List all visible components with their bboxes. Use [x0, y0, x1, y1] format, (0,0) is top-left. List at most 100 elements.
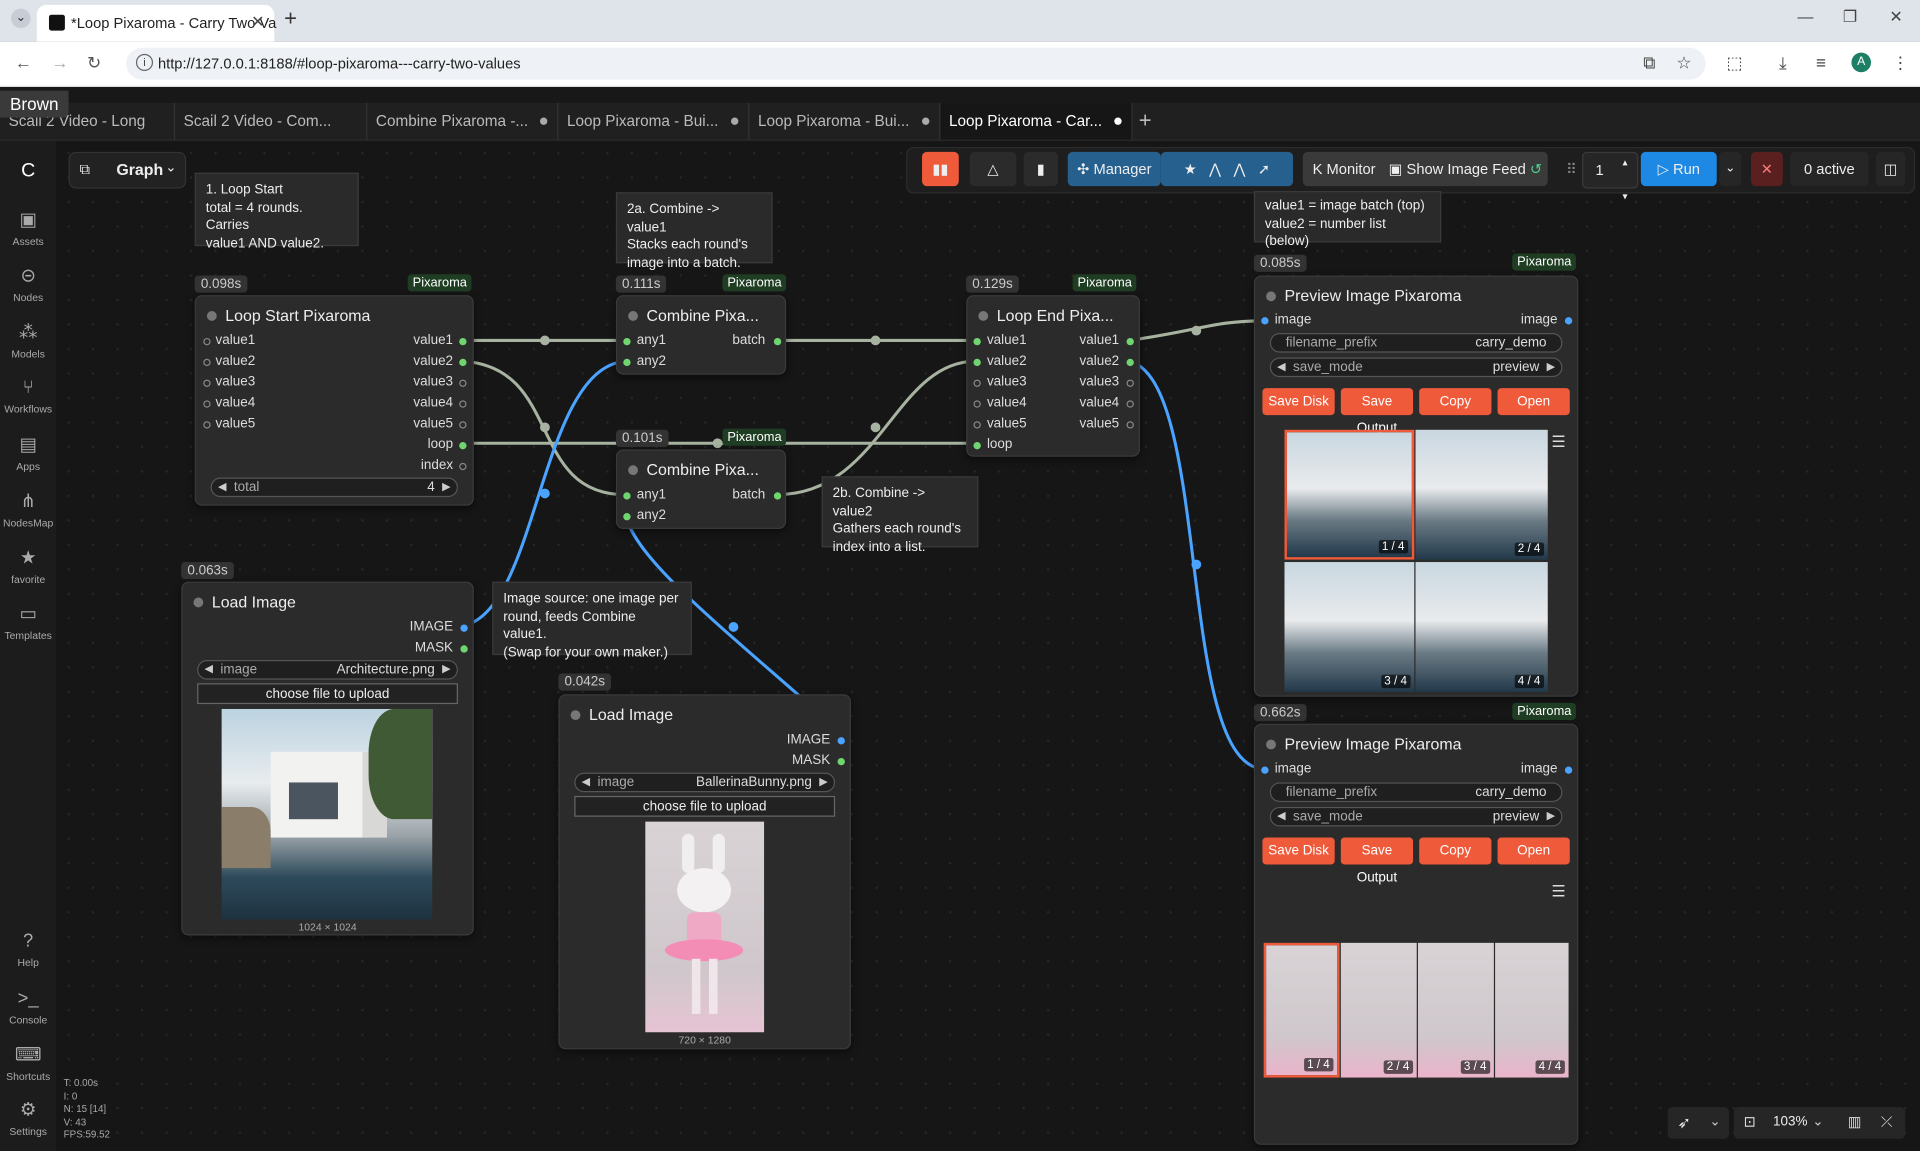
node-combine-2[interactable]: Combine Pixa... any1 any2 batch: [615, 449, 787, 529]
preview-thumb[interactable]: 2 / 4: [1415, 429, 1548, 560]
next-icon: ▶: [819, 775, 828, 788]
save-disk-button[interactable]: Save Disk: [1262, 837, 1335, 865]
output-slot-dot[interactable]: [459, 400, 467, 408]
node-combine-1[interactable]: Combine Pixa... any1 any2 batch: [615, 295, 787, 375]
input-slot-dot[interactable]: [973, 400, 981, 408]
save-mode-combo[interactable]: ◀ save_mode preview ▶: [1269, 357, 1563, 378]
open-button[interactable]: Open: [1497, 837, 1570, 865]
node-status-dot: [1266, 291, 1276, 302]
input-slot-dot[interactable]: [623, 492, 631, 500]
preview-thumb[interactable]: 4 / 4: [1415, 562, 1548, 692]
copy-button[interactable]: Copy: [1419, 837, 1492, 865]
output-slot-dot[interactable]: [1564, 317, 1573, 325]
pixaroma-badge: Pixaroma: [1072, 274, 1137, 292]
output-slot-dot[interactable]: [459, 379, 467, 387]
output-slot-dot[interactable]: [460, 645, 468, 653]
note-combine-b[interactable]: 2b. Combine -> value2 Gathers each round…: [821, 476, 979, 554]
open-button[interactable]: Open: [1497, 388, 1570, 416]
minimap-icon[interactable]: ▥: [1848, 1113, 1862, 1130]
link-midpoint-dot: [728, 622, 739, 632]
output-slot-dot[interactable]: [1126, 358, 1134, 367]
output-slot-dot[interactable]: [773, 337, 782, 346]
input-slot-dot[interactable]: [973, 358, 981, 367]
output-slot-dot[interactable]: [1126, 337, 1134, 346]
node-loop-start[interactable]: Loop Start Pixaroma value1 value2 value3…: [194, 295, 474, 506]
link-midpoint-dot: [540, 422, 550, 433]
input-slot-dot[interactable]: [1261, 766, 1269, 774]
preview-thumb[interactable]: 1 / 4: [1284, 429, 1415, 560]
note-combine-a[interactable]: 2a. Combine -> value1 Stacks each round'…: [615, 192, 773, 270]
pointer-icon[interactable]: ➶: [1678, 1113, 1691, 1133]
note-image-source[interactable]: Image source: one image per round, feeds…: [492, 581, 692, 659]
preview-thumb[interactable]: 4 / 4: [1495, 942, 1569, 1078]
link-midpoint-dot: [1191, 559, 1202, 570]
save-output-button[interactable]: Save Output: [1340, 837, 1414, 885]
preview-thumb[interactable]: 3 / 4: [1417, 942, 1494, 1078]
preview-thumb[interactable]: 3 / 4: [1284, 562, 1415, 692]
chevron-down-icon[interactable]: ⌄: [1812, 1113, 1823, 1129]
pixaroma-badge: Pixaroma: [722, 274, 787, 292]
save-disk-button[interactable]: Save Disk: [1262, 388, 1335, 416]
input-slot-dot[interactable]: [203, 358, 211, 367]
node-title: Loop Start Pixaroma: [225, 306, 371, 325]
output-slot-dot[interactable]: [459, 421, 467, 429]
menu-icon[interactable]: ☰: [1551, 432, 1565, 452]
save-mode-combo[interactable]: ◀ save_mode preview ▶: [1269, 806, 1563, 827]
node-preview-image-1[interactable]: Preview Image Pixaroma image image filen…: [1253, 275, 1579, 697]
input-slot-dot[interactable]: [203, 400, 211, 408]
input-slot-dot[interactable]: [623, 358, 631, 367]
output-slot-dot[interactable]: [1126, 379, 1134, 387]
zoom-level[interactable]: 103%: [1773, 1114, 1807, 1129]
output-slot-dot[interactable]: [459, 358, 467, 367]
node-load-image-1[interactable]: Load Image IMAGE MASK ◀ image Architecture…: [181, 581, 474, 936]
input-slot-dot[interactable]: [203, 379, 211, 387]
note-loop-start[interactable]: 1. Loop Start total = 4 rounds. Carries …: [194, 172, 359, 250]
node-preview-image-2[interactable]: Preview Image Pixaroma image image filen…: [1253, 723, 1579, 1145]
copy-button[interactable]: Copy: [1419, 388, 1492, 416]
input-slot-dot[interactable]: [623, 337, 631, 346]
next-icon: ▶: [1546, 809, 1556, 822]
filename-prefix-field[interactable]: filename_prefix carry_demo: [1269, 782, 1563, 803]
pixaroma-badge: Pixaroma: [407, 274, 472, 292]
hide-links-icon[interactable]: ⤫: [1881, 1113, 1893, 1131]
node-loop-end[interactable]: Loop End Pixa... value1 value2 value3 va…: [966, 295, 1141, 457]
menu-icon[interactable]: ☰: [1551, 882, 1565, 902]
input-slot-dot[interactable]: [973, 442, 981, 450]
fit-view-icon[interactable]: ⊡: [1744, 1113, 1756, 1130]
output-slot-dot[interactable]: [837, 737, 845, 745]
note-values-info[interactable]: value1 = image batch (top) value2 = numb…: [1253, 191, 1442, 249]
input-slot-dot[interactable]: [973, 379, 981, 387]
total-stepper[interactable]: ◀ total 4 ▶: [210, 477, 458, 498]
chevron-down-icon[interactable]: ⌄: [1709, 1113, 1720, 1129]
upload-button[interactable]: choose file to upload: [197, 683, 458, 705]
exec-time-badge: 0.098s: [194, 275, 248, 293]
output-slot-dot[interactable]: [459, 337, 467, 346]
preview-thumb[interactable]: 2 / 4: [1340, 942, 1417, 1078]
image-combo[interactable]: ◀ image BallerinaBunny.png ▶: [574, 772, 836, 793]
input-slot-dot[interactable]: [203, 337, 211, 346]
input-slot-dot[interactable]: [623, 513, 631, 521]
output-slot-dot[interactable]: [773, 492, 782, 500]
output-slot-dot[interactable]: [1126, 400, 1134, 408]
input-slot-dot[interactable]: [973, 337, 981, 346]
node-load-image-2[interactable]: Load Image IMAGE MASK ◀ image BallerinaBun…: [558, 694, 852, 1050]
output-slot-dot[interactable]: [460, 624, 468, 632]
next-icon: ▶: [1546, 360, 1556, 373]
node-status-dot: [628, 465, 638, 476]
output-slot-dot[interactable]: [837, 757, 845, 766]
upload-button[interactable]: choose file to upload: [574, 795, 836, 817]
save-output-button[interactable]: Save Output: [1340, 388, 1414, 436]
output-slot-dot[interactable]: [1564, 766, 1573, 774]
input-slot-dot[interactable]: [203, 421, 211, 429]
pixaroma-badge: Pixaroma: [1512, 253, 1577, 271]
output-slot-dot[interactable]: [459, 462, 467, 471]
node-title: Combine Pixa...: [646, 460, 759, 479]
image-combo[interactable]: ◀ image Architecture.png ▶: [197, 660, 458, 680]
output-slot-dot[interactable]: [459, 442, 467, 450]
preview-thumb[interactable]: 1 / 4: [1263, 942, 1340, 1078]
input-slot-dot[interactable]: [1261, 317, 1269, 325]
input-slot-dot[interactable]: [973, 421, 981, 429]
link-midpoint-dot: [1191, 325, 1202, 336]
output-slot-dot[interactable]: [1126, 421, 1134, 429]
filename-prefix-field[interactable]: filename_prefix carry_demo: [1269, 333, 1563, 353]
